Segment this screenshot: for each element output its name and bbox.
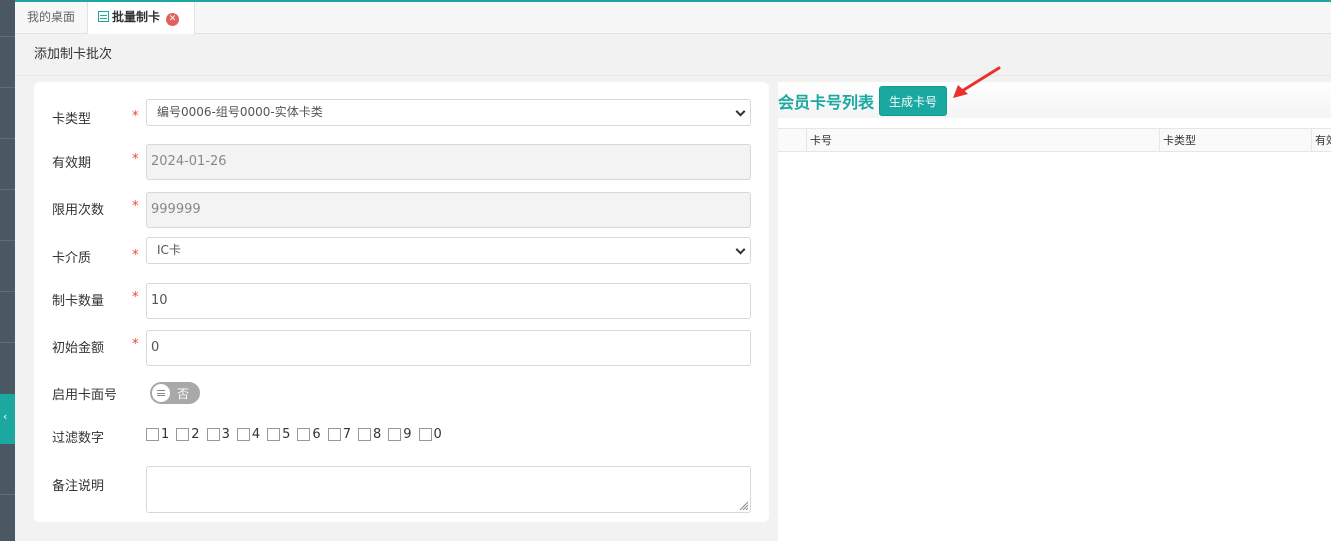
enable-face-number-label: 启用卡面号 <box>52 388 118 403</box>
header-validity[interactable]: 有效 <box>1311 129 1331 152</box>
digit-label: 7 <box>342 427 351 442</box>
checkbox[interactable] <box>236 428 250 441</box>
card-type-select[interactable]: 编号0006-组号0000-实体卡类 <box>146 99 751 126</box>
filter-digit-8[interactable]: 8 <box>357 427 382 442</box>
digit-label: 0 <box>433 427 442 442</box>
chevron-left-icon: ‹ <box>3 410 8 423</box>
tab-label: 批量制卡 <box>112 10 161 24</box>
valid-date-value: 2024-01-26 <box>151 154 227 169</box>
initial-amount-value: 0 <box>151 340 160 355</box>
limit-count-input[interactable]: 999999 <box>146 192 751 228</box>
header-card-type[interactable]: 卡类型 <box>1159 129 1311 152</box>
checkbox[interactable] <box>357 428 371 441</box>
toggle-text: 否 <box>177 387 190 401</box>
toggle-knob <box>152 384 170 402</box>
digit-label: 5 <box>282 427 291 442</box>
header-checkbox-col[interactable] <box>778 129 806 152</box>
required-mark: * <box>132 248 139 263</box>
close-icon[interactable]: ✕ <box>166 13 180 26</box>
checkbox[interactable] <box>418 428 432 441</box>
checkbox[interactable] <box>297 428 311 441</box>
digit-label: 4 <box>251 427 261 442</box>
digit-label: 9 <box>403 427 412 442</box>
digit-label: 6 <box>312 427 321 442</box>
initial-amount-input[interactable]: 0 <box>146 330 751 366</box>
annotation-arrow-icon <box>953 66 1001 98</box>
card-quantity-input[interactable]: 10 <box>146 283 751 319</box>
tab-batch-card[interactable]: 批量制卡 ✕ <box>87 2 195 35</box>
filter-digit-9[interactable]: 9 <box>388 427 412 442</box>
digit-label: 8 <box>372 427 382 442</box>
sidebar-strip: ‹ <box>0 0 15 541</box>
filter-digits-group: 1 2 3 4 5 6 7 8 9 0 <box>146 427 449 442</box>
card-type-label: 卡类型 <box>52 112 92 127</box>
filter-digit-5[interactable]: 5 <box>267 427 290 442</box>
card-medium-value: IC卡 <box>157 243 181 257</box>
tab-label: 我的桌面 <box>27 10 76 24</box>
checkbox[interactable] <box>267 428 281 441</box>
table-icon <box>98 11 109 22</box>
panel-header: 会员卡号列表 生成卡号 <box>778 82 1331 118</box>
tab-my-desktop[interactable]: 我的桌面 <box>17 2 87 34</box>
filter-digit-1[interactable]: 1 <box>146 427 169 442</box>
panel-title: 会员卡号列表 <box>778 93 875 112</box>
checkbox[interactable] <box>146 428 159 441</box>
filter-digit-2[interactable]: 2 <box>176 427 200 442</box>
filter-digit-7[interactable]: 7 <box>327 427 351 442</box>
remark-textarea[interactable] <box>146 466 751 513</box>
member-card-list-panel: 会员卡号列表 生成卡号 卡号 卡类型 有效 <box>778 82 1331 541</box>
form-card: 卡类型 * 编号0006-组号0000-实体卡类 有效期 * 2024-01-2… <box>34 82 769 522</box>
initial-amount-label: 初始金额 <box>52 341 105 356</box>
generate-card-number-button[interactable]: 生成卡号 <box>879 86 947 116</box>
chevron-down-icon <box>735 106 746 117</box>
digit-label: 2 <box>191 427 200 442</box>
required-mark: * <box>132 199 139 214</box>
tab-bar: 我的桌面 批量制卡 ✕ <box>15 0 1331 35</box>
card-quantity-label: 制卡数量 <box>52 294 105 309</box>
filter-digit-6[interactable]: 6 <box>297 427 321 442</box>
filter-digit-3[interactable]: 3 <box>206 427 230 442</box>
card-medium-label: 卡介质 <box>52 251 92 266</box>
limit-count-value: 999999 <box>151 202 201 217</box>
required-mark: * <box>132 290 139 305</box>
digit-label: 3 <box>221 427 230 442</box>
filter-digit-0[interactable]: 0 <box>418 427 442 442</box>
card-medium-select[interactable]: IC卡 <box>146 237 751 264</box>
limit-count-label: 限用次数 <box>52 203 105 218</box>
required-mark: * <box>132 337 139 352</box>
checkbox[interactable] <box>388 428 402 441</box>
required-mark: * <box>132 152 139 167</box>
card-quantity-value: 10 <box>151 293 168 308</box>
table-header: 卡号 卡类型 有效 <box>778 128 1331 152</box>
header-card-number[interactable]: 卡号 <box>806 129 1159 152</box>
required-mark: * <box>132 109 139 124</box>
card-type-value: 编号0006-组号0000-实体卡类 <box>157 105 323 119</box>
chevron-down-icon <box>735 244 746 255</box>
checkbox[interactable] <box>206 428 220 441</box>
sidebar-active-item[interactable]: ‹ <box>0 394 15 444</box>
resize-grip-icon[interactable] <box>738 500 748 510</box>
filter-digits-label: 过滤数字 <box>52 431 105 446</box>
valid-date-label: 有效期 <box>52 156 92 171</box>
remark-label: 备注说明 <box>52 479 105 494</box>
checkbox[interactable] <box>176 428 190 441</box>
card-number-table: 卡号 卡类型 有效 <box>778 128 1331 152</box>
digit-label: 1 <box>161 427 170 442</box>
enable-face-number-toggle[interactable]: 否 <box>150 382 200 404</box>
page-title: 添加制卡批次 <box>15 34 1331 76</box>
valid-date-input[interactable]: 2024-01-26 <box>146 144 751 180</box>
filter-digit-4[interactable]: 4 <box>236 427 261 442</box>
checkbox[interactable] <box>327 428 341 441</box>
